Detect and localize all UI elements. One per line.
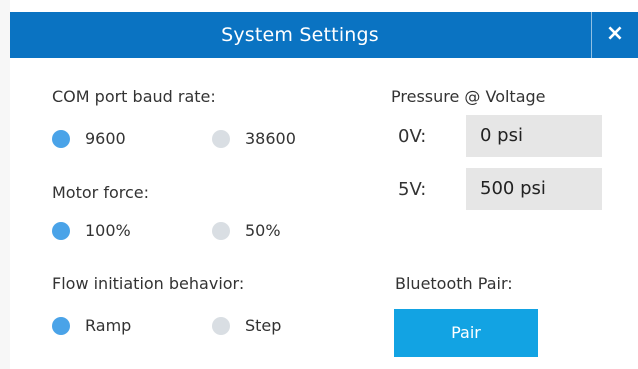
voltage-5v-label: 5V: [398,179,427,200]
close-icon: × [605,21,625,46]
radio-indicator [52,316,70,335]
baud-rate-label: COM port baud rate: [52,87,216,106]
pressure-5v-field[interactable]: 500 psi [466,168,602,210]
dialog-title: System Settings [221,24,379,46]
flow-radio-step[interactable]: Step [212,316,281,335]
baud-radio-38600[interactable]: 38600 [212,129,296,148]
system-settings-dialog: System Settings × COM port baud rate: 96… [0,0,638,369]
pressure-0v-field[interactable]: 0 psi [466,115,602,157]
voltage-0v-label: 0V: [398,126,427,147]
close-button[interactable]: × [592,12,638,58]
motor-force-label: Motor force: [52,183,149,202]
dialog-left-edge [0,0,10,369]
flow-behavior-label: Flow initiation behavior: [52,274,245,293]
radio-indicator [52,129,70,148]
baud-radio-9600[interactable]: 9600 [52,129,126,148]
radio-indicator [212,316,230,335]
motor-radio-100[interactable]: 100% [52,221,131,240]
radio-indicator [52,221,70,240]
flow-radio-ramp[interactable]: Ramp [52,316,131,335]
baud-option-label: 9600 [85,129,126,148]
bluetooth-pair-label: Bluetooth Pair: [395,274,513,293]
baud-option-label: 38600 [245,129,296,148]
radio-indicator [212,221,230,240]
flow-option-label: Ramp [85,316,132,335]
pressure-voltage-label: Pressure @ Voltage [391,87,546,106]
dialog-titlebar: System Settings × [10,12,638,58]
motor-radio-50[interactable]: 50% [212,221,281,240]
radio-indicator [212,129,230,148]
pair-button[interactable]: Pair [394,309,538,357]
motor-option-label: 100% [85,221,131,240]
motor-option-label: 50% [245,221,281,240]
flow-option-label: Step [245,316,282,335]
